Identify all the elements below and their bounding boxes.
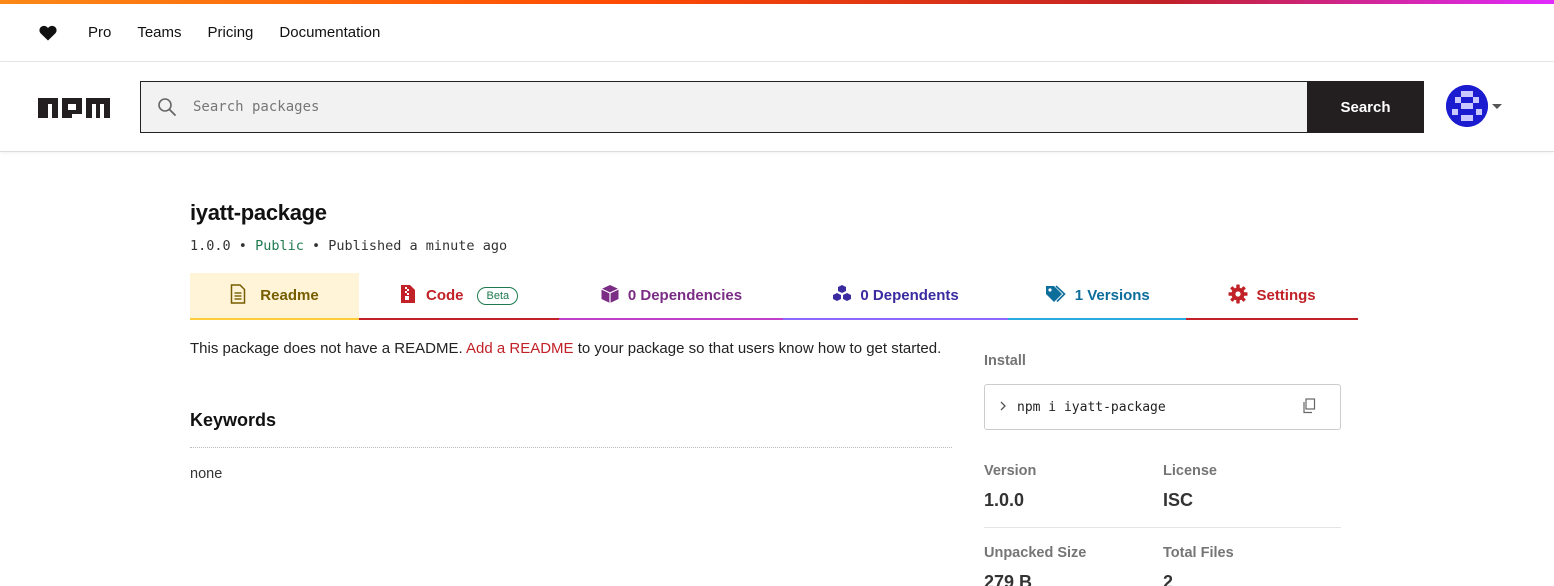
readme-message: This package does not have a README. Add…	[190, 340, 941, 357]
meta-separator: •	[311, 238, 321, 254]
package-title: iyatt-package	[190, 200, 327, 225]
package-meta: 1.0.0 • Public • Published a minute ago	[190, 238, 507, 254]
tab-label: Code	[425, 287, 464, 304]
divider	[984, 527, 1341, 528]
package-version: 1.0.0	[190, 238, 231, 254]
search-header: npm Search	[0, 63, 1554, 152]
tab-settings[interactable]: Settings	[1186, 273, 1358, 320]
keywords-heading: Keywords	[190, 410, 277, 430]
heart-icon[interactable]	[38, 23, 58, 43]
tab-label: Readme	[260, 287, 319, 304]
tab-dependencies[interactable]: 0 Dependencies	[559, 273, 783, 320]
unpacked-size-value: 279 B	[984, 572, 1033, 586]
add-readme-link[interactable]: Add a README	[466, 340, 574, 357]
nav-link-documentation[interactable]: Documentation	[279, 24, 380, 41]
tab-label: 0 Dependencies	[627, 287, 743, 304]
install-label: Install	[984, 353, 1026, 369]
license-label: License	[1163, 463, 1217, 479]
code-file-icon	[400, 284, 416, 308]
total-files-label: Total Files	[1163, 545, 1234, 561]
beta-badge: Beta	[477, 286, 519, 305]
npm-logo[interactable]: npm	[38, 98, 110, 123]
readme-icon	[230, 283, 246, 308]
chevron-down-icon[interactable]	[1492, 104, 1502, 109]
box-icon	[600, 284, 620, 308]
tab-label: 0 Dependents	[860, 287, 959, 304]
nav-link-pricing[interactable]: Pricing	[208, 24, 254, 41]
tags-icon	[1045, 284, 1067, 307]
top-nav: Pro Teams Pricing Documentation	[0, 4, 1554, 62]
published-time: Published a minute ago	[328, 238, 508, 254]
tab-readme[interactable]: Readme	[190, 273, 359, 320]
version-value: 1.0.0	[984, 490, 1025, 510]
visibility-badge: Public	[255, 238, 304, 254]
chevron-right-icon	[999, 400, 1007, 415]
boxes-icon	[832, 284, 852, 308]
version-label: Version	[984, 463, 1037, 479]
search-input[interactable]	[193, 99, 1293, 115]
install-command-box[interactable]: npm i iyatt-package	[984, 384, 1341, 430]
tab-code[interactable]: Code Beta	[358, 273, 560, 320]
total-files-value: 2	[1163, 572, 1174, 586]
license-value: ISC	[1163, 490, 1194, 510]
avatar[interactable]	[1446, 85, 1488, 127]
divider	[190, 447, 952, 448]
tab-versions[interactable]: 1 Versions	[1008, 273, 1187, 320]
search-button[interactable]: Search	[1307, 81, 1424, 133]
copy-icon[interactable]	[1302, 398, 1316, 418]
readme-text: This package does not have a README.	[190, 340, 463, 357]
search-icon	[141, 97, 193, 117]
meta-separator: •	[238, 238, 247, 254]
tab-dependents[interactable]: 0 Dependents	[782, 273, 1009, 320]
tab-label: Settings	[1256, 287, 1316, 304]
search-box	[140, 81, 1308, 133]
nav-link-teams[interactable]: Teams	[137, 24, 181, 41]
nav-link-pro[interactable]: Pro	[88, 24, 111, 41]
unpacked-size-label: Unpacked Size	[984, 545, 1087, 561]
tab-label: 1 Versions	[1074, 287, 1150, 304]
keywords-value: none	[190, 466, 223, 482]
install-command: npm i iyatt-package	[1017, 399, 1166, 415]
gear-icon	[1228, 284, 1248, 308]
readme-text: to your package so that users know how t…	[577, 340, 942, 357]
package-tabs: Readme Code Beta 0 Dependencies 0 Depend…	[190, 273, 1358, 320]
